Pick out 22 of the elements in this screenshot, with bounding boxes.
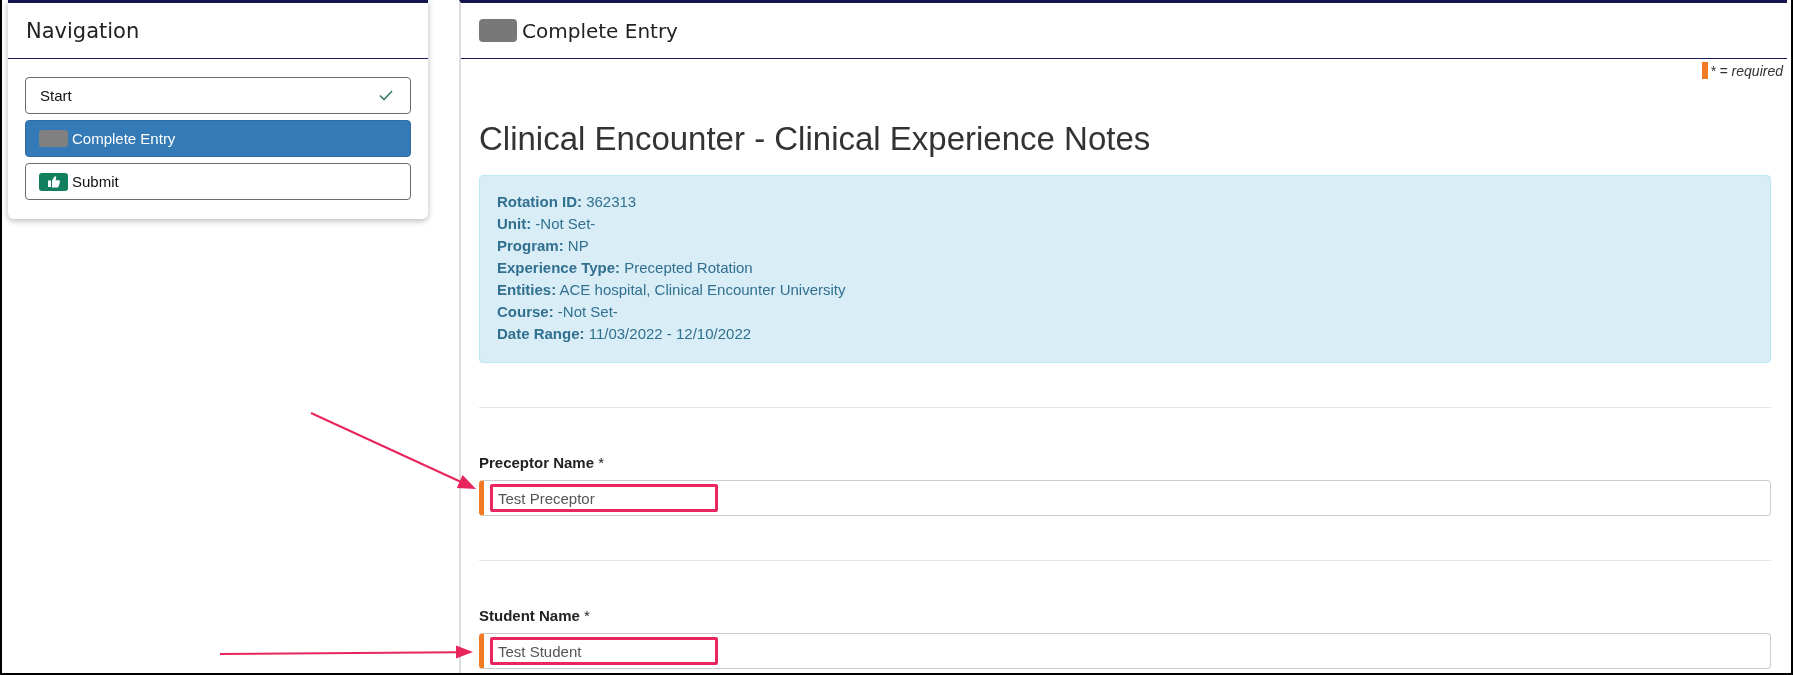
nav-item[interactable]: Submit [25, 163, 411, 200]
required-marker [1702, 62, 1709, 79]
info-line: Program: NP [497, 236, 590, 256]
required-legend: * = required [1710, 62, 1783, 79]
text-input[interactable]: Test Preceptor [479, 480, 1771, 516]
field-label: Preceptor Name * [479, 453, 606, 473]
info-line: Unit: -Not Set- [497, 214, 597, 234]
panel-title: Navigation [26, 18, 140, 43]
text-input[interactable]: Test Student [479, 633, 1771, 669]
blank-tile-icon [39, 130, 68, 147]
info-line: Experience Type: Precepted Rotation [497, 258, 754, 278]
field-label: Student Name * [479, 606, 591, 626]
blank-tile-icon [479, 19, 517, 42]
info-line: Entities: ACE hospital, Clinical Encounter University [497, 280, 847, 300]
nav-item[interactable]: Complete Entry [25, 120, 411, 157]
thumbs-up-icon [39, 172, 68, 191]
nav-item[interactable]: Start [25, 77, 411, 114]
info-line: Rotation ID: 362313 [497, 192, 638, 212]
info-line: Date Range: 11/03/2022 - 12/10/2022 [497, 324, 753, 344]
page-title: Clinical Encounter - Clinical Experience Notes [479, 121, 1152, 157]
info-line: Course: -Not Set- [497, 302, 619, 322]
section-title: Complete Entry [522, 18, 678, 43]
